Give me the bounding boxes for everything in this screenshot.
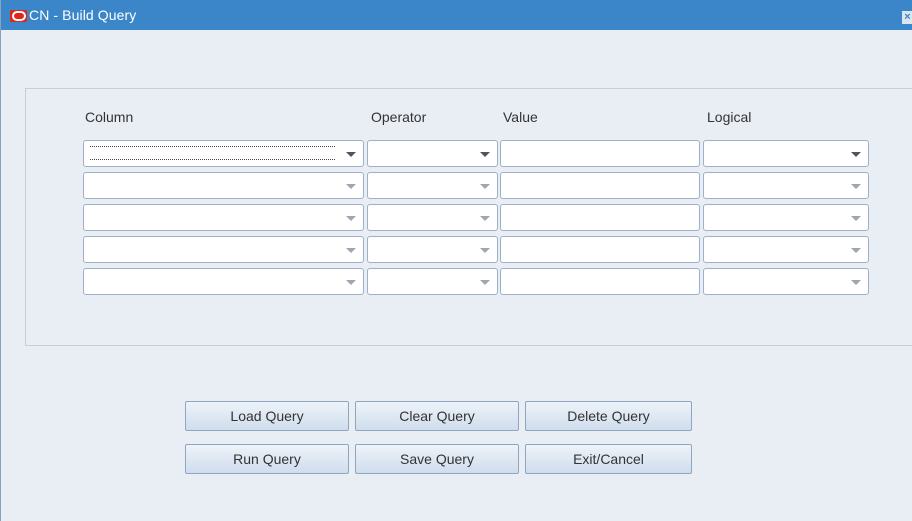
chevron-down-icon[interactable] — [346, 280, 356, 285]
operator-select[interactable] — [367, 268, 498, 295]
logical-select[interactable] — [703, 172, 869, 199]
query-row — [1, 268, 912, 295]
column-select[interactable] — [83, 268, 364, 295]
run-query-button[interactable]: Run Query — [185, 444, 349, 474]
chevron-down-icon[interactable] — [851, 280, 861, 285]
chevron-down-icon[interactable] — [851, 184, 861, 189]
value-input[interactable] — [500, 268, 700, 295]
window-title: CN - Build Query — [29, 7, 137, 23]
logical-select[interactable] — [703, 204, 869, 231]
query-row — [1, 172, 912, 199]
chevron-down-icon[interactable] — [851, 216, 861, 221]
column-header: Column — [85, 109, 134, 125]
load-query-button[interactable]: Load Query — [185, 401, 349, 431]
query-row — [1, 236, 912, 263]
value-input[interactable] — [500, 204, 700, 231]
chevron-down-icon[interactable] — [851, 152, 861, 157]
clear-query-button[interactable]: Clear Query — [355, 401, 519, 431]
save-query-button[interactable]: Save Query — [355, 444, 519, 474]
logical-select[interactable] — [703, 140, 869, 167]
operator-header: Operator — [371, 109, 427, 125]
value-input[interactable] — [500, 236, 700, 263]
chevron-down-icon[interactable] — [480, 216, 490, 221]
exit-cancel-button[interactable]: Exit/Cancel — [525, 444, 692, 474]
title-bar[interactable]: CN - Build Query × — [1, 0, 912, 30]
chevron-down-icon[interactable] — [480, 184, 490, 189]
operator-select[interactable] — [367, 236, 498, 263]
chevron-down-icon[interactable] — [346, 216, 356, 221]
chevron-down-icon[interactable] — [346, 184, 356, 189]
build-query-dialog: CN - Build Query × Column Operator Value… — [0, 0, 912, 521]
oracle-logo-icon — [10, 10, 27, 22]
focus-indicator — [90, 146, 335, 147]
value-header: Value — [503, 109, 538, 125]
value-input[interactable] — [500, 140, 700, 167]
chevron-down-icon[interactable] — [480, 280, 490, 285]
column-select[interactable] — [83, 140, 364, 167]
operator-select[interactable] — [367, 204, 498, 231]
close-icon[interactable]: × — [902, 11, 912, 24]
column-select[interactable] — [83, 236, 364, 263]
chevron-down-icon[interactable] — [480, 152, 490, 157]
operator-select[interactable] — [367, 172, 498, 199]
focus-indicator — [90, 159, 335, 160]
query-row — [1, 204, 912, 231]
query-row — [1, 140, 912, 167]
delete-query-button[interactable]: Delete Query — [525, 401, 692, 431]
chevron-down-icon[interactable] — [346, 248, 356, 253]
value-input[interactable] — [500, 172, 700, 199]
chevron-down-icon[interactable] — [851, 248, 861, 253]
column-select[interactable] — [83, 204, 364, 231]
chevron-down-icon[interactable] — [346, 152, 356, 157]
logical-select[interactable] — [703, 236, 869, 263]
logical-select[interactable] — [703, 268, 869, 295]
logical-header: Logical — [707, 109, 752, 125]
column-select[interactable] — [83, 172, 364, 199]
operator-select[interactable] — [367, 140, 498, 167]
chevron-down-icon[interactable] — [480, 248, 490, 253]
